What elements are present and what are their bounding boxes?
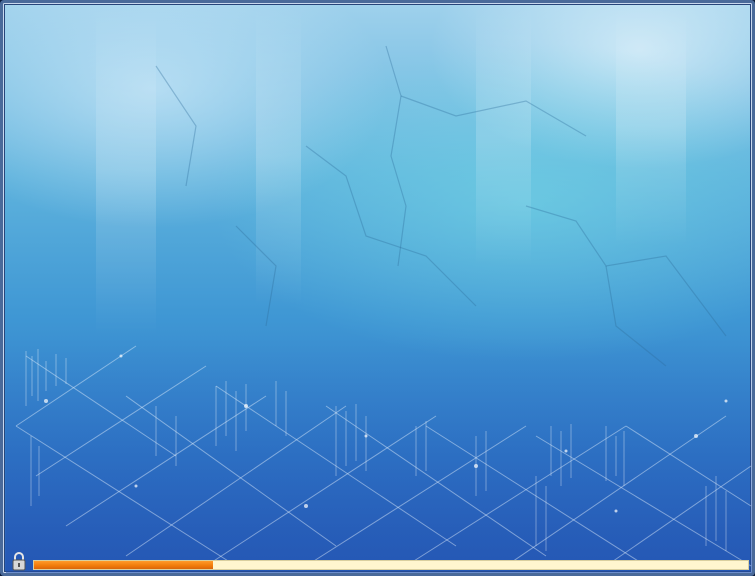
background-artwork	[6, 6, 752, 573]
splash-window	[0, 0, 755, 576]
lock-icon	[12, 552, 26, 571]
boot-progress-fill	[34, 561, 213, 569]
boot-progress-bar	[33, 560, 749, 570]
